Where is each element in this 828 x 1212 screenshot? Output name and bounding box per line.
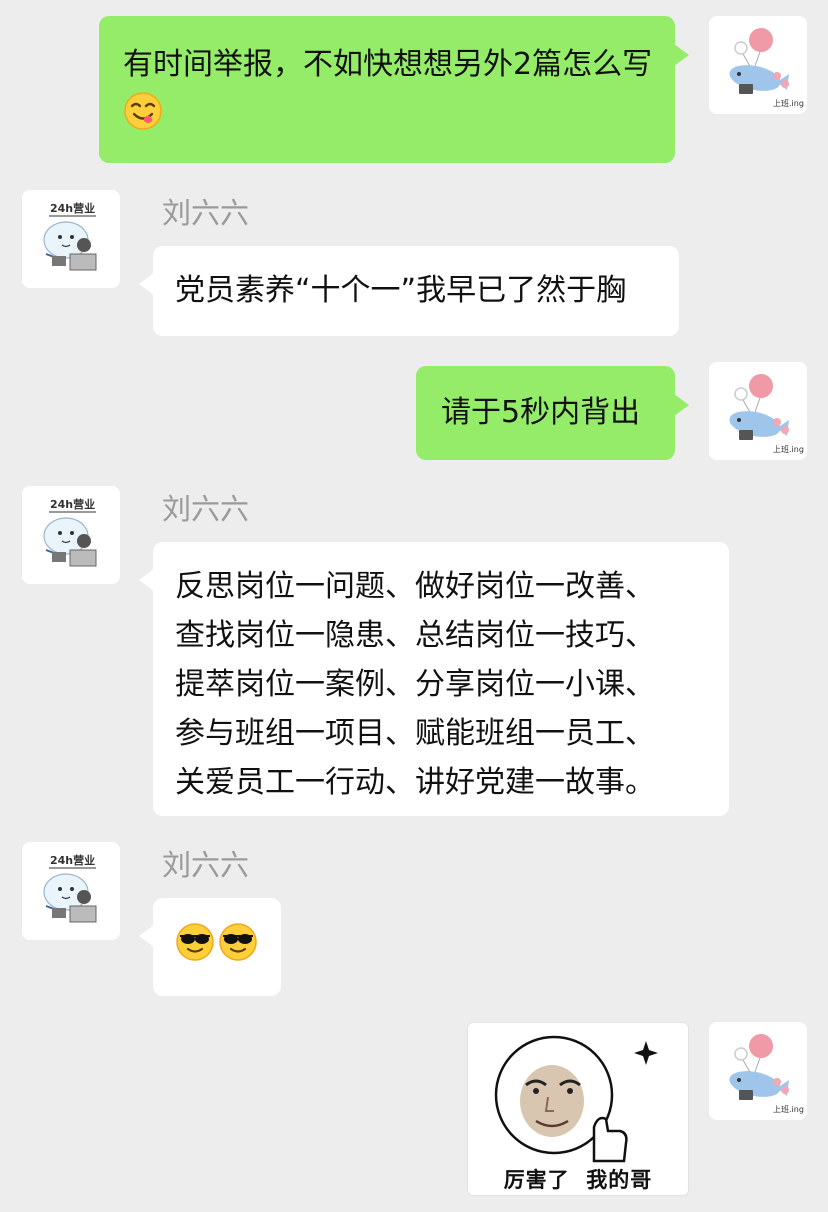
- message-text-line: 参与班组一项目、赋能班组一员工、: [175, 716, 655, 751]
- sunglasses-emoji: [218, 922, 258, 962]
- fish-balloon-avatar: 上班.ing: [729, 28, 804, 108]
- message-text-line: 查找岗位一隐患、总结岗位一技巧、: [175, 618, 655, 653]
- message-bubble-received[interactable]: 反思岗位一问题、做好岗位一改善、 查找岗位一隐患、总结岗位一技巧、 提萃岗位一案…: [139, 542, 729, 816]
- message-text: 请于5秒内背出: [441, 395, 641, 430]
- svg-text:上班.ing: 上班.ing: [773, 98, 804, 108]
- message-bubble-sent[interactable]: 有时间举报，不如快想想另外2篇怎么写: [99, 16, 689, 163]
- message-text-line: 关爱员工一行动、讲好党建一故事。: [175, 765, 655, 800]
- contact-avatar[interactable]: 24h营业: [22, 486, 120, 584]
- my-avatar[interactable]: 上班.ing: [709, 16, 807, 114]
- message-text-line: 提萃岗位一案例、分享岗位一小课、: [175, 667, 655, 702]
- svg-text:24h营业: 24h营业: [50, 201, 95, 215]
- message-bubble-received[interactable]: 党员素养“十个一”我早已了然于胸: [139, 246, 679, 336]
- sticker-message[interactable]: 厉害了 我的哥: [467, 1022, 689, 1196]
- my-avatar[interactable]: 上班.ing: [709, 362, 807, 460]
- bear-office-avatar: 24h营业: [43, 853, 97, 923]
- message-bubble-received[interactable]: [139, 898, 281, 996]
- sender-name: 刘六六: [162, 848, 250, 882]
- fish-balloon-avatar: 上班.ing: [729, 1034, 804, 1114]
- contact-avatar[interactable]: 24h营业: [22, 190, 120, 288]
- my-avatar[interactable]: 上班.ing: [709, 1022, 807, 1120]
- bear-office-avatar: 24h营业: [43, 201, 97, 271]
- sender-name: 刘六六: [162, 196, 250, 230]
- bear-office-avatar: 24h营业: [43, 497, 97, 567]
- message-text: 党员素养“十个一”我早已了然于胸: [175, 273, 627, 308]
- sender-name: 刘六六: [162, 492, 250, 526]
- message-bubble-sent[interactable]: 请于5秒内背出: [416, 366, 689, 460]
- svg-text:上班.ing: 上班.ing: [773, 444, 804, 454]
- fish-balloon-avatar: 上班.ing: [729, 374, 804, 454]
- message-text-line: 反思岗位一问题、做好岗位一改善、: [175, 569, 655, 604]
- contact-avatar[interactable]: 24h营业: [22, 842, 120, 940]
- sunglasses-emoji: [175, 922, 215, 962]
- svg-text:上班.ing: 上班.ing: [773, 1104, 804, 1114]
- svg-text:24h营业: 24h营业: [50, 497, 95, 511]
- yum-emoji: [123, 91, 163, 131]
- sticker-caption: 厉害了 我的哥: [503, 1168, 653, 1192]
- svg-text:24h营业: 24h营业: [50, 853, 95, 867]
- message-text: 有时间举报，不如快想想另外2篇怎么写: [123, 47, 653, 82]
